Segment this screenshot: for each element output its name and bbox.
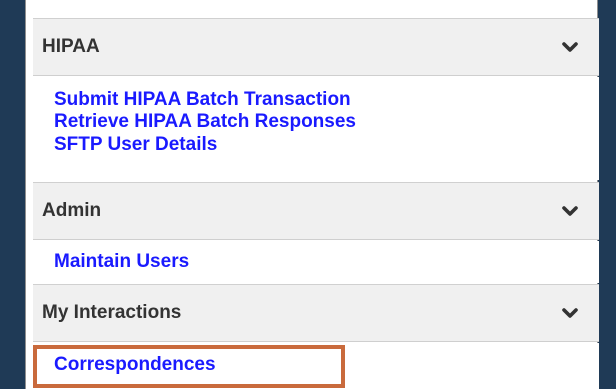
chevron-down-icon[interactable] xyxy=(561,306,579,320)
section-header-hipaa[interactable]: HIPAA xyxy=(33,18,599,76)
chevron-down-icon[interactable] xyxy=(561,40,579,54)
sftp-user-details-link[interactable]: SFTP User Details xyxy=(54,134,217,156)
section-title-hipaa: HIPAA xyxy=(42,36,100,57)
section-header-my-interactions[interactable]: My Interactions xyxy=(33,284,599,342)
maintain-users-link[interactable]: Maintain Users xyxy=(54,251,189,273)
section-header-admin[interactable]: Admin xyxy=(33,182,599,240)
section-title-my-interactions: My Interactions xyxy=(42,302,182,323)
correspondences-link[interactable]: Correspondences xyxy=(54,354,216,376)
retrieve-hipaa-batch-responses-link[interactable]: Retrieve HIPAA Batch Responses xyxy=(54,111,356,133)
section-links-admin: Maintain Users xyxy=(33,241,599,283)
section-links-my-interactions: Correspondences xyxy=(33,343,599,389)
section-links-hipaa: Submit HIPAA Batch Transaction Retrieve … xyxy=(33,77,599,180)
navigation-panel: HIPAA Submit HIPAA Batch Transaction Ret… xyxy=(25,0,599,389)
section-title-admin: Admin xyxy=(42,200,102,221)
submit-hipaa-batch-link[interactable]: Submit HIPAA Batch Transaction xyxy=(54,89,351,111)
chevron-down-icon[interactable] xyxy=(561,204,579,218)
